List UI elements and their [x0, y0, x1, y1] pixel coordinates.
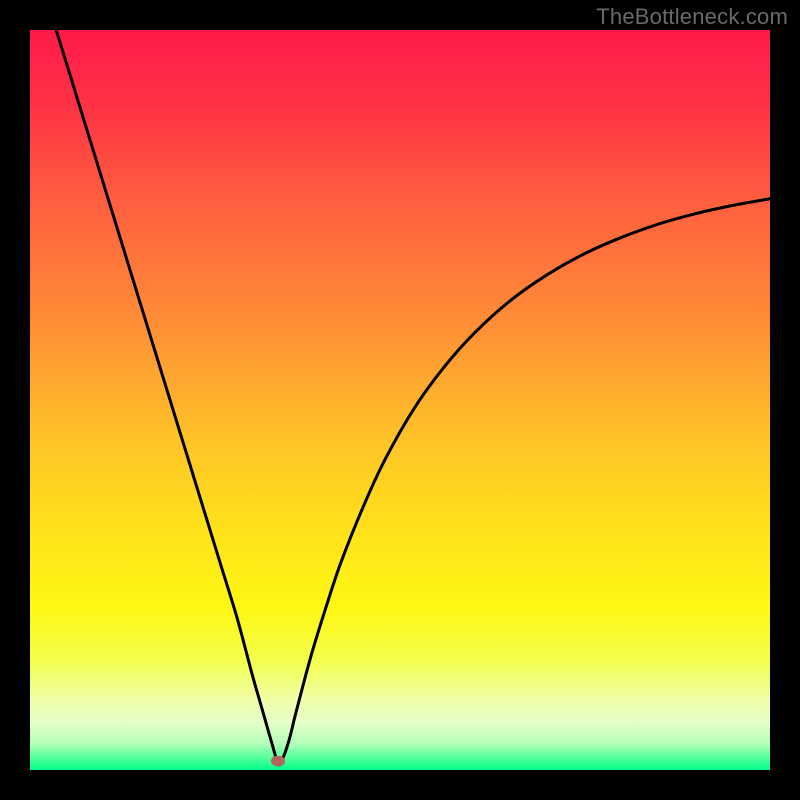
chart-frame: TheBottleneck.com: [0, 0, 800, 800]
optimum-marker: [271, 756, 285, 766]
plot-area: [30, 30, 770, 770]
watermark-text: TheBottleneck.com: [596, 4, 788, 30]
bottleneck-curve: [30, 30, 770, 770]
